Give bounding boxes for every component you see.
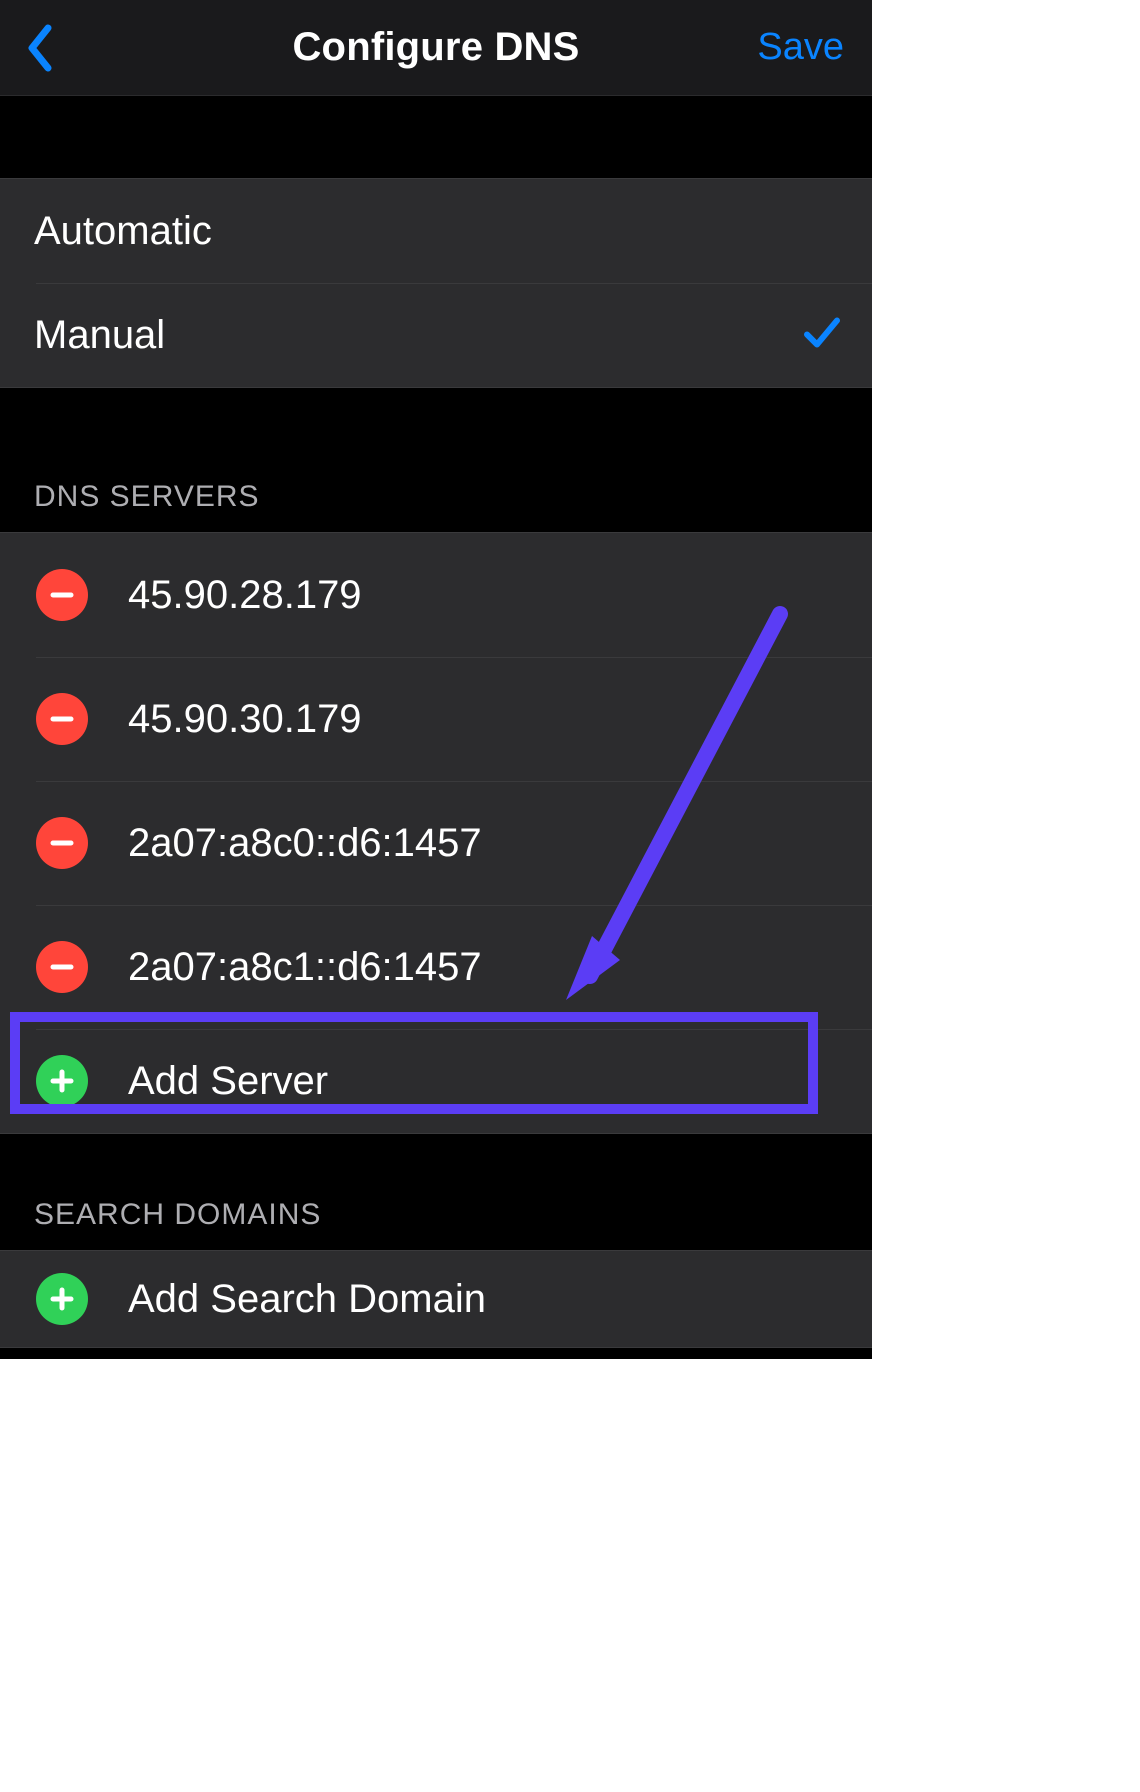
nav-bar: Configure DNS Save [0, 0, 872, 96]
add-search-domain-label: Add Search Domain [128, 1277, 486, 1322]
save-button[interactable]: Save [757, 0, 844, 95]
dns-server-value: 45.90.30.179 [128, 697, 362, 742]
mode-automatic-row[interactable]: Automatic [0, 179, 872, 283]
back-button[interactable] [10, 0, 70, 95]
dns-servers-header: DNS SERVERS [0, 388, 872, 532]
dns-server-row[interactable]: 45.90.30.179 [0, 657, 872, 781]
checkmark-icon [802, 313, 842, 358]
page-margin [872, 0, 1140, 1792]
dns-server-row[interactable]: 2a07:a8c1::d6:1457 [0, 905, 872, 1029]
mode-manual-label: Manual [34, 313, 165, 358]
remove-icon[interactable] [36, 941, 88, 993]
add-icon[interactable] [36, 1273, 88, 1325]
remove-icon[interactable] [36, 817, 88, 869]
page-margin [0, 1359, 872, 1792]
spacer [0, 96, 872, 178]
mode-automatic-label: Automatic [34, 209, 212, 254]
dns-server-value: 2a07:a8c0::d6:1457 [128, 821, 482, 866]
add-search-domain-row[interactable]: Add Search Domain [0, 1251, 872, 1347]
remove-icon[interactable] [36, 693, 88, 745]
remove-icon[interactable] [36, 569, 88, 621]
dns-server-row[interactable]: 45.90.28.179 [0, 533, 872, 657]
phone-screen: Configure DNS Save Automatic Manual DNS … [0, 0, 872, 1359]
dns-mode-group: Automatic Manual [0, 178, 872, 388]
search-domains-group: Add Search Domain [0, 1250, 872, 1348]
page-title: Configure DNS [292, 25, 579, 70]
mode-manual-row[interactable]: Manual [0, 283, 872, 387]
search-domains-header: SEARCH DOMAINS [0, 1134, 872, 1250]
add-server-label: Add Server [128, 1059, 328, 1104]
dns-server-value: 45.90.28.179 [128, 573, 362, 618]
dns-server-value: 2a07:a8c1::d6:1457 [128, 945, 482, 990]
add-icon[interactable] [36, 1055, 88, 1107]
dns-servers-group: 45.90.28.179 45.90.30.179 2a07:a8c0::d6:… [0, 532, 872, 1134]
add-server-row[interactable]: Add Server [0, 1029, 872, 1133]
dns-server-row[interactable]: 2a07:a8c0::d6:1457 [0, 781, 872, 905]
chevron-left-icon [26, 24, 54, 72]
